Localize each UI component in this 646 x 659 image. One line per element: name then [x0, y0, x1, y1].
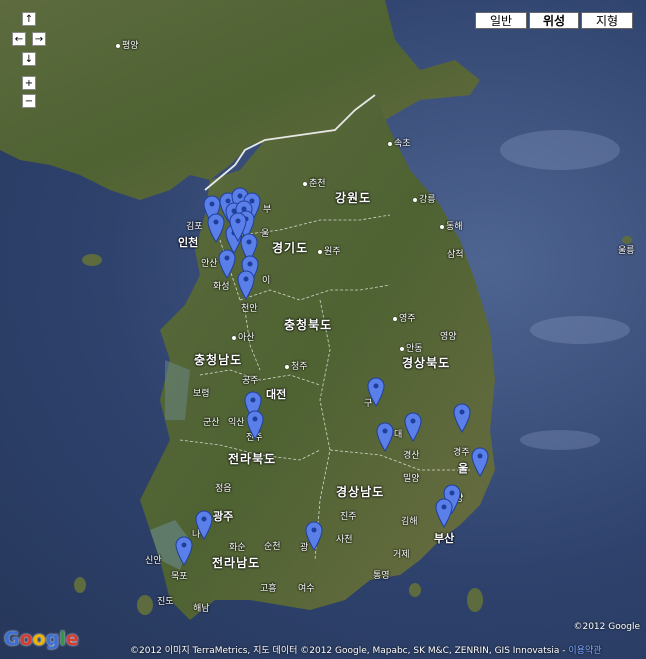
- map-marker-pohang-1[interactable]: [453, 403, 471, 433]
- label-geoje: 거제: [393, 550, 410, 560]
- label-goheung: 고흥: [260, 584, 277, 594]
- label-gyeongsangnamdo: 경상남도: [336, 485, 385, 499]
- label-sokcho: 속초: [388, 139, 411, 149]
- map-marker-daegu-2[interactable]: [404, 412, 422, 442]
- label-gyeonggido: 경기도: [272, 241, 309, 255]
- pan-left-button[interactable]: ←: [12, 32, 26, 46]
- label-gwangju: 광주: [213, 510, 234, 523]
- label-gyeongsan: 경산: [403, 451, 420, 461]
- copyright-top: ©2012 Google: [573, 622, 640, 632]
- label-cheonan: 천안: [241, 304, 258, 314]
- label-chungcheongnamdo: 충청남도: [194, 353, 243, 367]
- label-incheon: 인천: [178, 236, 199, 249]
- label-pyongyang: 평양: [116, 41, 139, 51]
- label-donghae: 동해: [440, 222, 463, 232]
- label-icheon: 이: [262, 276, 271, 286]
- pan-right-button[interactable]: →: [32, 32, 46, 46]
- logo-letter: o: [32, 628, 46, 650]
- label-gongju: 공주: [242, 376, 259, 386]
- label-tongyeong: 통영: [373, 571, 390, 581]
- label-jeongeup: 정읍: [215, 484, 232, 494]
- map-marker-mokpo-1[interactable]: [175, 536, 193, 566]
- label-daegu: 대: [394, 430, 403, 440]
- label-samcheok: 삼척: [447, 250, 464, 260]
- label-mokpo: 목포: [171, 572, 188, 582]
- map-type-satellite-button[interactable]: 위성: [529, 12, 579, 29]
- label-boryeong: 보령: [193, 389, 210, 399]
- label-busan: 부산: [434, 532, 455, 545]
- map-marker-busan-2[interactable]: [435, 498, 453, 528]
- map-marker-hwaseong-1[interactable]: [237, 270, 255, 300]
- map-canvas[interactable]: 평양 속초 춘천 강원도 강릉 김포 부 울 인천 경기도 원주 동해 삼척 안…: [0, 0, 646, 659]
- zoom-in-button[interactable]: +: [22, 76, 36, 90]
- label-hwasun: 화순: [229, 543, 246, 553]
- map-marker-gwangyang-1[interactable]: [305, 521, 323, 551]
- map-marker-gwangju-1[interactable]: [195, 510, 213, 540]
- map-marker-ulsan-1[interactable]: [471, 447, 489, 477]
- terms-link[interactable]: 이용약관: [568, 646, 601, 656]
- map-marker-gyeonggi-3[interactable]: [218, 249, 236, 279]
- logo-letter: o: [19, 628, 33, 650]
- label-gimpo: 김포: [186, 222, 203, 232]
- label-cheongju: 청주: [285, 362, 308, 372]
- label-iksan: 익산: [228, 418, 245, 428]
- label-daejeon: 대전: [266, 388, 287, 401]
- map-marker-gumi-1[interactable]: [367, 377, 385, 407]
- label-seoul: 울: [261, 229, 270, 239]
- google-logo[interactable]: Google: [4, 628, 79, 650]
- label-asan: 아산: [232, 333, 255, 343]
- label-gangneung: 강릉: [413, 195, 436, 205]
- label-chungcheongbukdo: 충청북도: [284, 318, 333, 332]
- map-type-map-button[interactable]: 일반: [475, 12, 527, 29]
- logo-letter: G: [4, 628, 20, 650]
- label-gimhae: 김해: [401, 517, 418, 527]
- label-jeollabukdo: 전라북도: [228, 452, 277, 466]
- map-type-terrain-button[interactable]: 지형: [581, 12, 633, 29]
- map-marker-daegu-1[interactable]: [376, 422, 394, 452]
- map-type-control: 일반 위성 지형: [475, 12, 633, 29]
- pan-up-button[interactable]: ↑: [22, 12, 36, 26]
- logo-letter: e: [65, 628, 79, 650]
- label-haenam: 해남: [193, 604, 210, 614]
- label-yeongyang: 영양: [440, 332, 457, 342]
- map-marker-jeonju-1[interactable]: [246, 410, 264, 440]
- label-suncheon: 순천: [264, 542, 281, 552]
- label-jinju: 진주: [340, 512, 357, 522]
- map-marker-seoul-8[interactable]: [207, 213, 225, 243]
- label-gangwondo: 강원도: [335, 191, 372, 205]
- label-ansan: 안산: [201, 259, 218, 269]
- copyright-text: ©2012 이미지 TerraMetrics, 지도 데이터 ©2012 Goo…: [130, 646, 566, 656]
- label-sinan: 신안: [145, 556, 162, 566]
- label-andong: 안동: [400, 344, 423, 354]
- label-jeollanamdo: 전라남도: [212, 556, 261, 570]
- logo-letter: g: [45, 628, 60, 650]
- label-ulsan: 울: [458, 462, 469, 475]
- label-yeosu: 여수: [298, 584, 315, 594]
- label-uijeongbu: 부: [263, 205, 272, 215]
- label-chuncheon: 춘천: [303, 179, 326, 189]
- zoom-out-button[interactable]: −: [22, 94, 36, 108]
- label-gyeongju: 경주: [453, 448, 470, 458]
- label-miryang: 밀양: [403, 474, 420, 484]
- label-gyeongsangbukdo: 경상북도: [402, 356, 451, 370]
- label-gunsan: 군산: [203, 418, 220, 428]
- label-ulleung: 울릉: [618, 246, 635, 256]
- label-yeongju: 영주: [393, 314, 416, 324]
- pan-down-button[interactable]: ↓: [22, 52, 36, 66]
- label-sacheon: 사천: [336, 535, 353, 545]
- label-hwaseong: 화성: [213, 282, 230, 292]
- label-jindo: 진도: [157, 597, 174, 607]
- label-wonju: 원주: [318, 247, 341, 257]
- copyright-bottom: ©2012 이미지 TerraMetrics, 지도 데이터 ©2012 Goo…: [130, 643, 602, 656]
